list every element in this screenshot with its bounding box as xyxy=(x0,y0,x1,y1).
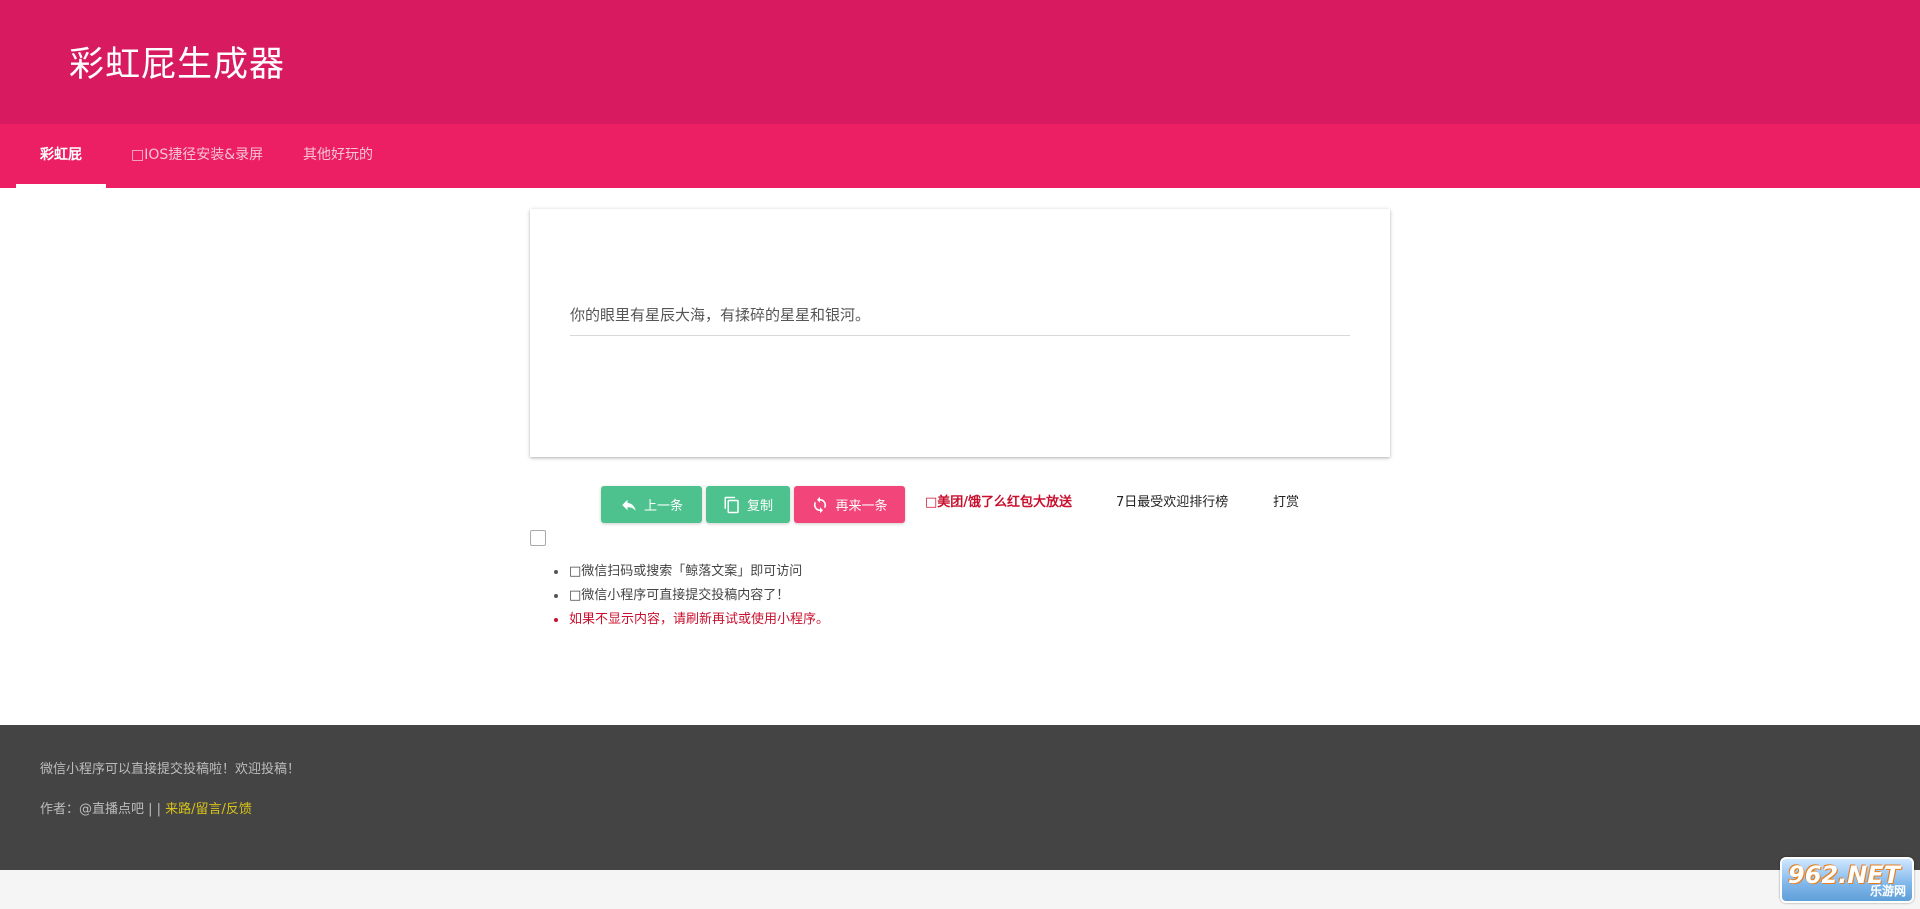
list-item-warning: 如果不显示内容，请刷新再试或使用小程序。 xyxy=(553,608,829,632)
list-item: □微信小程序可直接提交投稿内容了！ xyxy=(553,584,829,608)
next-button-label: 再来一条 xyxy=(835,499,888,514)
site-header: 彩虹屁生成器 xyxy=(0,0,1920,124)
watermark-bottom-text: 乐游网 xyxy=(1869,884,1906,898)
watermark-logo: 962.NET 乐游网 xyxy=(1780,857,1914,903)
ranking-link[interactable]: 7日最受欢迎排行榜 xyxy=(1116,493,1228,513)
active-tab-indicator xyxy=(16,184,106,188)
copy-button[interactable]: 复制 xyxy=(706,486,790,523)
site-footer: 微信小程序可以直接提交投稿啦！欢迎投稿！ 作者：@直播点吧 | | 来路/留言/… xyxy=(0,725,1920,870)
promo-link[interactable]: □美团/饿了么红包大放送 xyxy=(925,493,1072,513)
copy-icon xyxy=(724,496,739,513)
tab-bar: 彩虹屁 □IOS捷径安装&录屏 其他好玩的 xyxy=(0,124,1920,188)
reply-arrow-icon xyxy=(622,499,636,511)
quote-text[interactable]: 你的眼里有星辰大海，有揉碎的星星和银河。 xyxy=(570,300,1350,336)
prev-button[interactable]: 上一条 xyxy=(601,486,702,523)
prev-button-label: 上一条 xyxy=(643,499,683,514)
tip-link[interactable]: 打赏 xyxy=(1273,493,1299,513)
list-item: □微信扫码或搜索「鲸落文案」即可访问 xyxy=(553,560,829,584)
footer-author: 作者：@直播点吧 | | 来路/留言/反馈 xyxy=(40,798,252,817)
tab-ios-shortcut[interactable]: □IOS捷径安装&录屏 xyxy=(107,124,287,188)
footer-author-text: 作者：@直播点吧 | | xyxy=(40,802,162,817)
refresh-icon xyxy=(814,496,827,513)
notes-list: □微信扫码或搜索「鲸落文案」即可访问 □微信小程序可直接提交投稿内容了！ 如果不… xyxy=(553,560,829,632)
feedback-link[interactable]: 来路/留言/反馈 xyxy=(165,802,252,817)
quote-card: 你的眼里有星辰大海，有揉碎的星星和银河。 xyxy=(530,209,1390,457)
checkbox[interactable] xyxy=(530,530,546,546)
site-title: 彩虹屁生成器 xyxy=(69,45,286,85)
tab-other-fun[interactable]: 其他好玩的 xyxy=(279,124,397,188)
copy-button-label: 复制 xyxy=(746,499,773,514)
tab-rainbow[interactable]: 彩虹屁 xyxy=(16,124,106,188)
footer-message: 微信小程序可以直接提交投稿啦！欢迎投稿！ xyxy=(40,762,301,777)
next-button[interactable]: 再来一条 xyxy=(794,486,905,523)
bottom-strip xyxy=(0,870,1920,909)
